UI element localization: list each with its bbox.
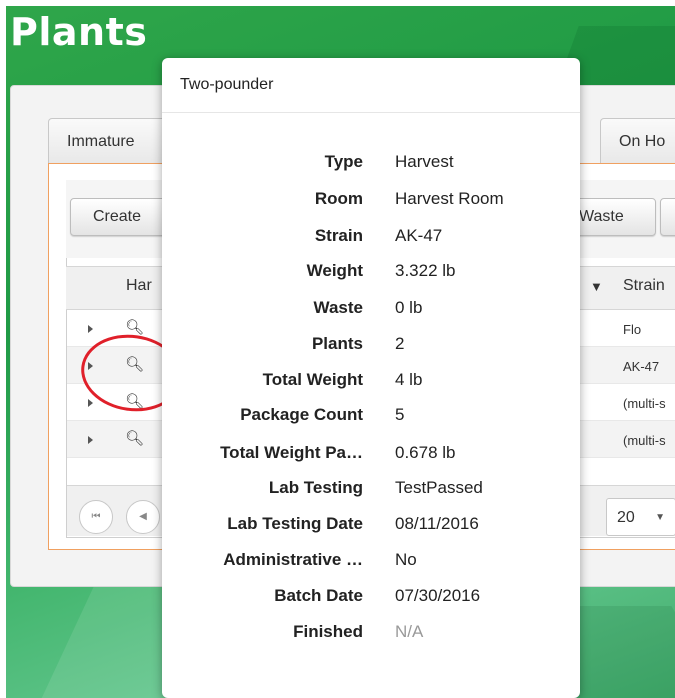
field-label-plants: Plants <box>311 334 363 353</box>
field-value-finished: N/A <box>395 622 424 641</box>
expand-row-icon[interactable] <box>88 325 93 333</box>
chevron-down-icon: ▼ <box>655 512 665 523</box>
field-value-total-weight: 4 lb <box>395 370 423 389</box>
details-popup <box>162 58 580 698</box>
prev-page-icon[interactable]: ◀ <box>126 500 160 534</box>
page-size-value: 20 <box>617 509 635 526</box>
field-label-total-weight-package: Total Weight Pa… <box>220 443 363 462</box>
field-value-batch-date: 07/30/2016 <box>395 586 481 605</box>
field-label-type: Type <box>324 152 363 171</box>
popup-title: Two-pounder <box>180 76 274 93</box>
expand-row-icon[interactable] <box>88 436 93 444</box>
field-value-weight: 3.322 lb <box>395 261 456 280</box>
strain-cell: (multi-s <box>623 433 666 448</box>
field-label-room: Room <box>314 189 363 208</box>
field-value-lab-testing: TestPassed <box>395 478 483 497</box>
magnifier-icon[interactable]: 🔍︎ <box>125 429 144 447</box>
field-value-type: Harvest <box>395 152 454 171</box>
field-label-lab-testing: Lab Testing <box>268 478 363 497</box>
field-label-waste: Waste <box>313 298 363 317</box>
strain-cell: AK-47 <box>623 359 660 374</box>
field-label-administrative: Administrative … <box>223 550 363 569</box>
page-title: Plants <box>10 10 148 54</box>
expand-row-icon[interactable] <box>88 399 93 407</box>
magnifier-icon[interactable]: 🔍︎ <box>125 318 144 336</box>
strain-cell: (multi-s <box>623 396 666 411</box>
field-value-room: Harvest Room <box>395 189 504 208</box>
field-label-weight: Weight <box>306 261 363 280</box>
field-value-strain: AK-47 <box>395 226 443 245</box>
field-label-package-count: Package Count <box>240 405 363 424</box>
field-value-waste: 0 lb <box>395 298 423 317</box>
field-value-administrative: No <box>395 550 417 569</box>
more-button[interactable] <box>660 198 675 236</box>
field-value-plants: 2 <box>395 334 405 353</box>
field-label-batch-date: Batch Date <box>274 586 363 605</box>
field-value-total-weight-package: 0.678 lb <box>395 443 456 462</box>
tab-on-hold[interactable]: On Ho <box>600 118 675 164</box>
field-label-lab-testing-date: Lab Testing Date <box>227 514 363 533</box>
page-size-select[interactable]: 20 ▼ <box>606 498 675 536</box>
column-header-harvest[interactable]: Har <box>126 277 152 295</box>
field-label-finished: Finished <box>293 622 363 641</box>
tab-immature[interactable]: Immature <box>48 118 168 164</box>
first-page-icon[interactable]: ⏮ <box>79 500 113 534</box>
popup-divider <box>162 112 580 113</box>
field-value-package-count: 5 <box>395 405 405 424</box>
field-label-strain: Strain <box>314 226 363 245</box>
strain-cell: Flo <box>623 322 642 337</box>
filter-icon[interactable]: ▼ <box>590 279 603 294</box>
column-header-strain[interactable]: Strain <box>623 277 665 295</box>
field-label-total-weight: Total Weight <box>262 370 363 389</box>
field-value-lab-testing-date: 08/11/2016 <box>395 514 479 533</box>
